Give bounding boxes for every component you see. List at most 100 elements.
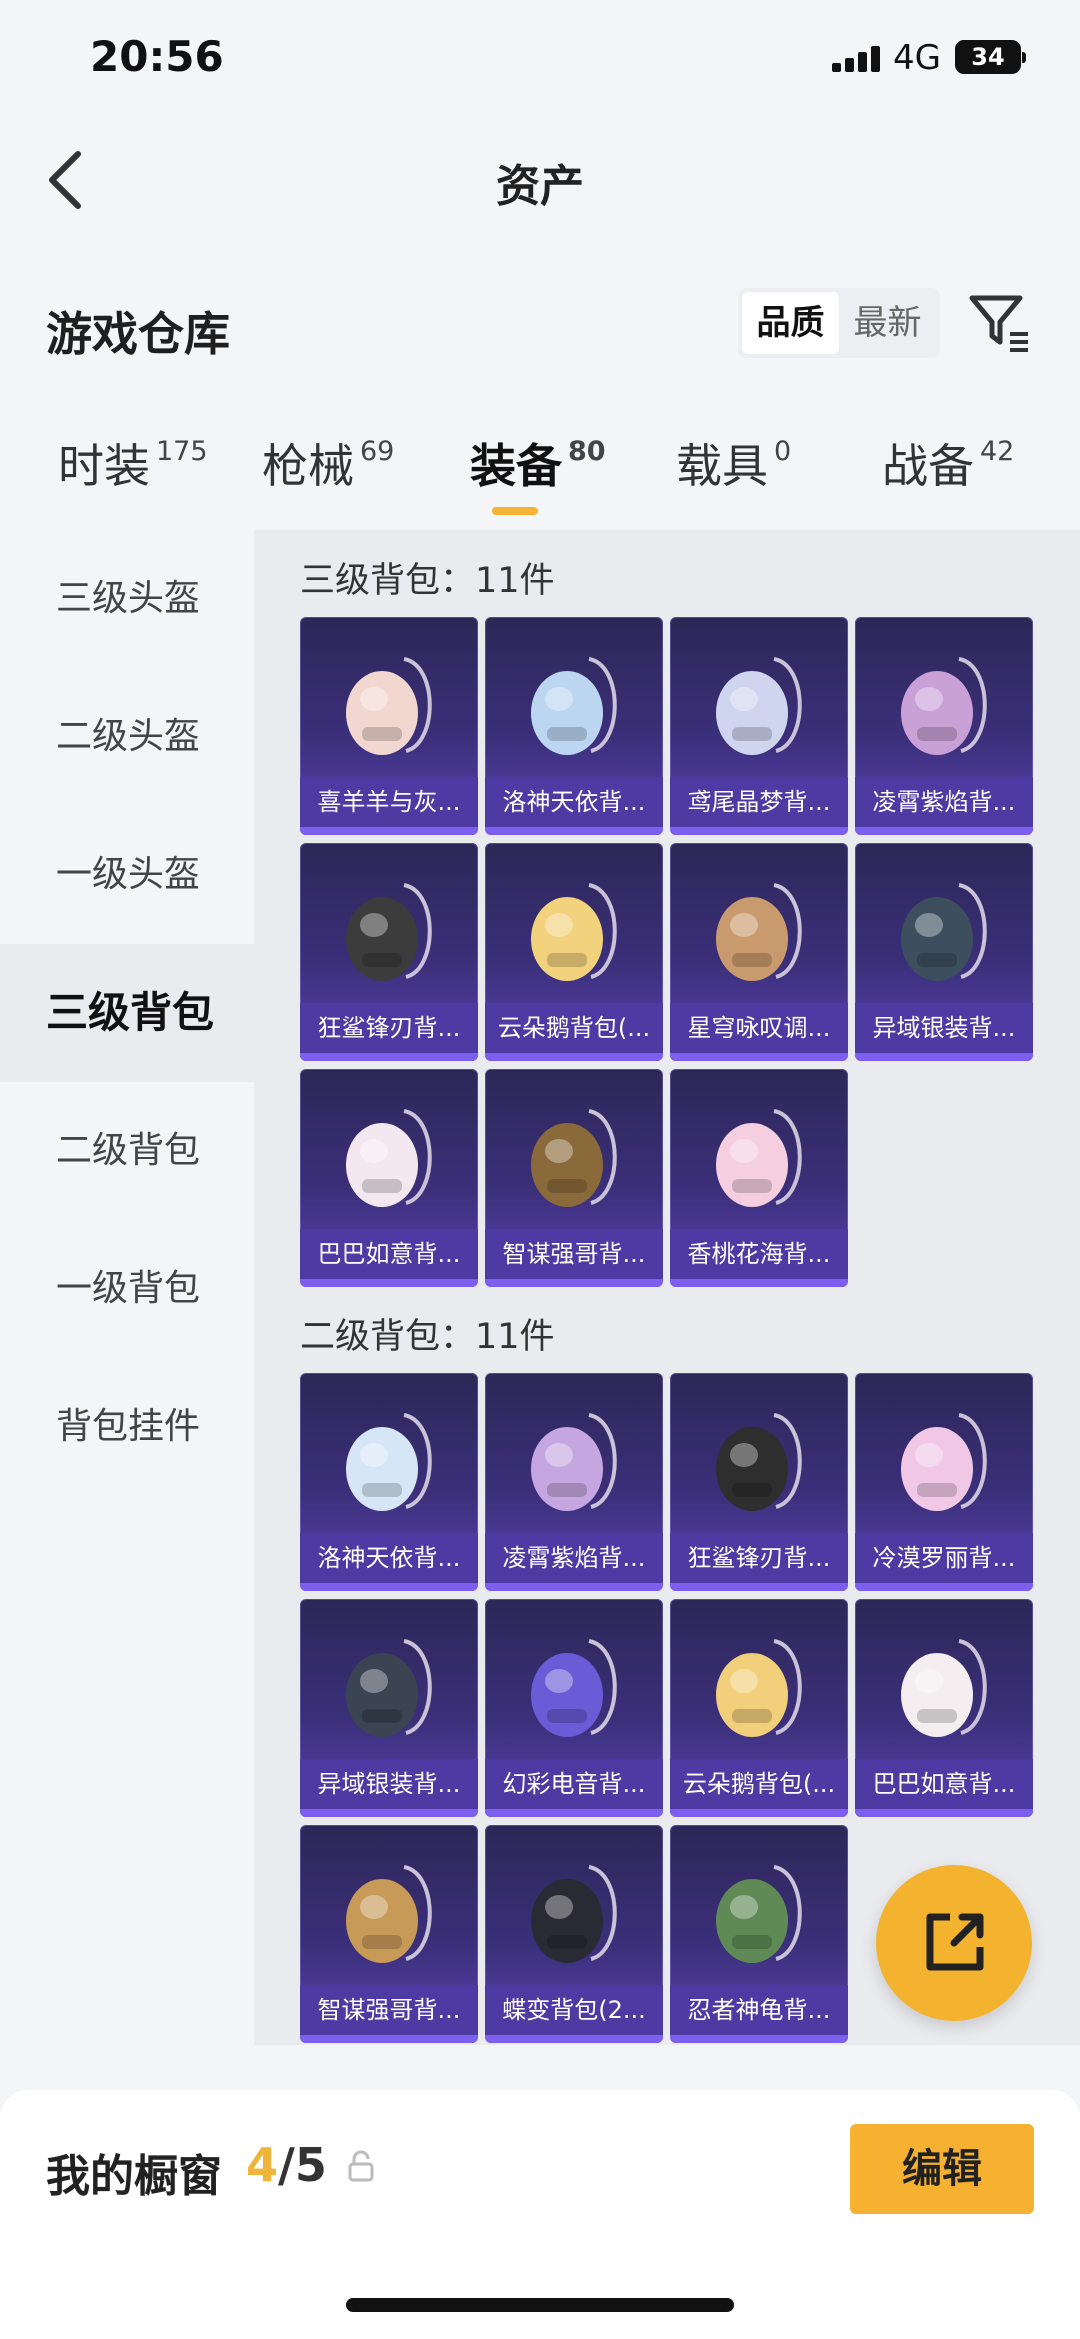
side-item-helmet-2[interactable]: 二级头盔 xyxy=(0,668,254,806)
warehouse-title: 游戏仓库 xyxy=(46,307,230,361)
backpack-icon xyxy=(716,1413,802,1511)
backpack-icon xyxy=(346,657,432,755)
item-card[interactable]: 凌霄紫焰背... xyxy=(855,617,1033,835)
page-title: 资产 xyxy=(496,161,584,212)
item-card[interactable]: 洛神天依背... xyxy=(300,1373,478,1591)
share-button[interactable] xyxy=(876,1865,1032,2021)
item-card[interactable]: 星穹咏叹调... xyxy=(670,843,848,1061)
active-tab-indicator xyxy=(492,507,538,515)
battery-icon: 34 xyxy=(955,40,1026,74)
item-name: 鸢尾晶梦背... xyxy=(670,777,848,827)
side-item-backpack-3[interactable]: 三级背包 xyxy=(0,944,254,1082)
tab-fashion[interactable]: 时装 175 xyxy=(58,430,208,496)
showcase-label: 我的橱窗 xyxy=(46,2151,222,2202)
side-item-helmet-3[interactable]: 三级头盔 xyxy=(0,530,254,668)
sort-toggle: 品质 最新 xyxy=(738,288,940,358)
item-card[interactable]: 狂鲨锋刃背... xyxy=(300,843,478,1061)
status-bar: 20:56 4G 34 xyxy=(0,0,1080,120)
item-card[interactable]: 冷漠罗丽背... xyxy=(855,1373,1033,1591)
item-name: 巴巴如意背... xyxy=(855,1759,1033,1809)
backpack-icon xyxy=(531,657,617,755)
backpack-icon xyxy=(716,1865,802,1963)
item-name: 智谋强哥背... xyxy=(300,1985,478,2035)
backpack-icon xyxy=(346,883,432,981)
item-name: 异域银装背... xyxy=(855,1003,1033,1053)
item-card[interactable]: 智谋强哥背... xyxy=(485,1069,663,1287)
backpack-icon xyxy=(531,1109,617,1207)
item-card[interactable]: 香桃花海背... xyxy=(670,1069,848,1287)
item-name: 蝶变背包(2... xyxy=(485,1985,663,2035)
item-card[interactable]: 洛神天依背... xyxy=(485,617,663,835)
item-name: 凌霄紫焰背... xyxy=(485,1533,663,1583)
edit-button[interactable]: 编辑 xyxy=(850,2124,1034,2214)
assets-page: 20:56 4G 34 资产 游戏仓库 品质 最新 时装 175 枪械 69 装备 8… xyxy=(0,0,1080,2339)
backpack-icon xyxy=(901,883,987,981)
tab-supplies[interactable]: 战备 42 xyxy=(882,430,1014,496)
item-name: 云朵鹅背包(... xyxy=(670,1759,848,1809)
tab-guns[interactable]: 枪械 69 xyxy=(262,430,394,496)
backpack-icon xyxy=(901,1413,987,1511)
item-name: 凌霄紫焰背... xyxy=(855,777,1033,827)
lock-icon xyxy=(348,2150,374,2182)
backpack-icon xyxy=(346,1639,432,1737)
backpack-icon xyxy=(531,1865,617,1963)
item-card[interactable]: 云朵鹅背包(... xyxy=(670,1599,848,1817)
item-card[interactable]: 喜羊羊与灰... xyxy=(300,617,478,835)
backpack-icon xyxy=(531,1413,617,1511)
item-name: 喜羊羊与灰... xyxy=(300,777,478,827)
item-card[interactable]: 巴巴如意背... xyxy=(855,1599,1033,1817)
item-card[interactable]: 智谋强哥背... xyxy=(300,1825,478,2043)
item-name: 智谋强哥背... xyxy=(485,1229,663,1279)
sort-option-quality[interactable]: 品质 xyxy=(742,292,839,354)
backpack-icon xyxy=(716,657,802,755)
item-card[interactable]: 幻彩电音背... xyxy=(485,1599,663,1817)
backpack-icon xyxy=(346,1109,432,1207)
item-card[interactable]: 蝶变背包(2... xyxy=(485,1825,663,2043)
item-name: 星穹咏叹调... xyxy=(670,1003,848,1053)
backpack-icon xyxy=(531,1639,617,1737)
item-name: 幻彩电音背... xyxy=(485,1759,663,1809)
item-name: 香桃花海背... xyxy=(670,1229,848,1279)
item-card[interactable]: 鸢尾晶梦背... xyxy=(670,617,848,835)
item-name: 云朵鹅背包(... xyxy=(485,1003,663,1053)
backpack-icon xyxy=(531,883,617,981)
section-title: 二级背包：11件 xyxy=(300,1317,555,1357)
backpack-icon xyxy=(346,1413,432,1511)
item-name: 狂鲨锋刃背... xyxy=(670,1533,848,1583)
tab-vehicles[interactable]: 载具 0 xyxy=(676,430,791,496)
backpack-icon xyxy=(901,657,987,755)
item-name: 异域银装背... xyxy=(300,1759,478,1809)
backpack-icon xyxy=(716,883,802,981)
item-card[interactable]: 凌霄紫焰背... xyxy=(485,1373,663,1591)
status-time: 20:56 xyxy=(90,32,224,81)
item-card[interactable]: 狂鲨锋刃背... xyxy=(670,1373,848,1591)
item-card[interactable]: 巴巴如意背... xyxy=(300,1069,478,1287)
showcase-count: 4/5 xyxy=(246,2138,327,2192)
side-item-helmet-1[interactable]: 一级头盔 xyxy=(0,806,254,944)
backpack-icon xyxy=(716,1639,802,1737)
item-name: 狂鲨锋刃背... xyxy=(300,1003,478,1053)
share-icon xyxy=(926,1913,984,1971)
side-item-backpack-2[interactable]: 二级背包 xyxy=(0,1082,254,1220)
signal-icon xyxy=(832,46,880,72)
side-item-backpack-charm[interactable]: 背包挂件 xyxy=(0,1358,254,1496)
item-name: 冷漠罗丽背... xyxy=(855,1533,1033,1583)
item-name: 忍者神龟背... xyxy=(670,1985,848,2035)
item-card[interactable]: 忍者神龟背... xyxy=(670,1825,848,2043)
item-name: 洛神天依背... xyxy=(485,777,663,827)
filter-icon xyxy=(969,295,1028,352)
side-item-backpack-1[interactable]: 一级背包 xyxy=(0,1220,254,1358)
item-card[interactable]: 云朵鹅背包(... xyxy=(485,843,663,1061)
item-name: 巴巴如意背... xyxy=(300,1229,478,1279)
category-tabs: 时装 175 枪械 69 装备 80 载具 0 战备 42 xyxy=(0,430,1080,530)
backpack-icon xyxy=(346,1865,432,1963)
tab-equipment[interactable]: 装备 80 xyxy=(470,430,606,496)
item-card[interactable]: 异域银装背... xyxy=(855,843,1033,1061)
sort-option-latest[interactable]: 最新 xyxy=(839,292,936,354)
backpack-icon xyxy=(716,1109,802,1207)
filter-button[interactable] xyxy=(966,290,1032,356)
network-type: 4G xyxy=(893,38,941,78)
item-card[interactable]: 异域银装背... xyxy=(300,1599,478,1817)
backpack-icon xyxy=(901,1639,987,1737)
section-title: 三级背包：11件 xyxy=(300,561,555,601)
